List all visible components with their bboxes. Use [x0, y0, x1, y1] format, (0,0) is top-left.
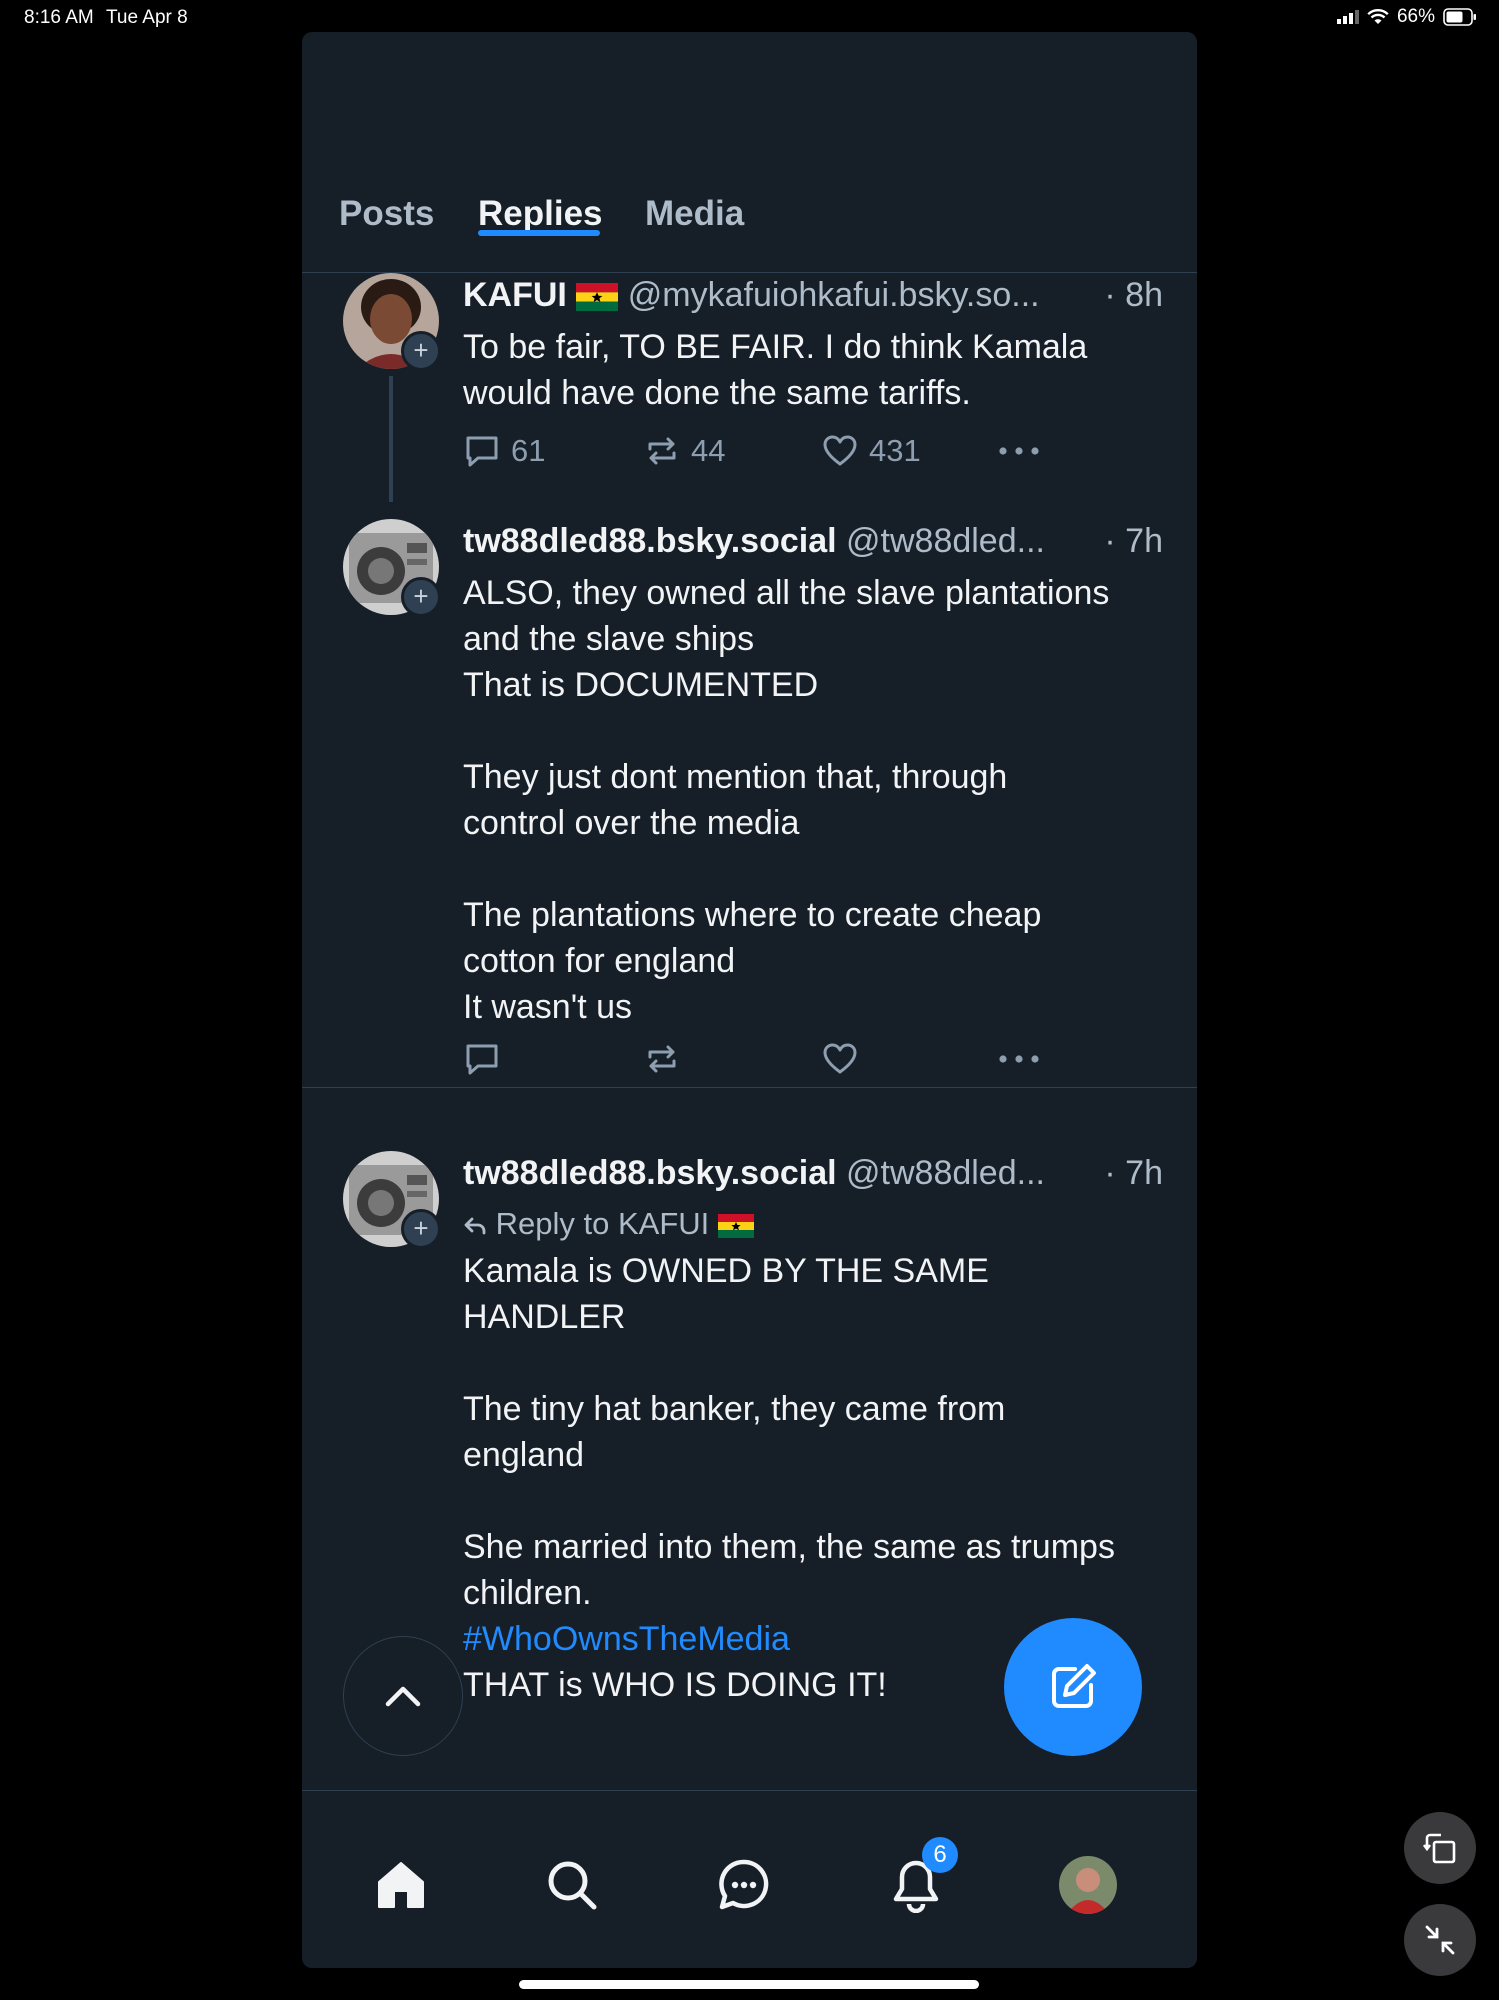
like-button[interactable]	[821, 1041, 859, 1077]
reply-to-label[interactable]: Reply to KAFUI	[463, 1206, 754, 1242]
nav-notifications-button[interactable]: 6	[884, 1837, 958, 1917]
ghana-flag-icon	[717, 1213, 754, 1238]
wifi-icon	[1367, 9, 1389, 24]
tab-media[interactable]: Media	[645, 194, 744, 234]
scroll-to-top-button[interactable]	[343, 1636, 463, 1756]
more-options-button[interactable]	[997, 433, 1041, 469]
like-count: 431	[869, 433, 921, 468]
profile-tabs: Posts Replies Media	[302, 152, 1197, 273]
display-name[interactable]: tw88dled88.bsky.social	[463, 522, 837, 560]
reply-icon	[466, 1044, 498, 1075]
more-dots-icon	[999, 447, 1039, 455]
home-indicator[interactable]	[519, 1980, 979, 1989]
ghana-flag-icon	[576, 283, 619, 312]
post-divider	[302, 1087, 1197, 1088]
battery-icon	[1443, 8, 1476, 26]
display-name[interactable]: KAFUI	[463, 276, 567, 314]
more-dots-icon	[999, 1055, 1039, 1063]
handle[interactable]: @tw88dled...	[846, 1154, 1045, 1192]
repost-icon	[648, 437, 676, 465]
handle[interactable]: @mykafuiohkafui.bsky.so...	[628, 276, 1040, 314]
follow-plus-icon[interactable]: +	[401, 1209, 441, 1249]
post-text: ALSO, they owned all the slave plantatio…	[463, 574, 1110, 1026]
repost-button[interactable]: 44	[643, 433, 725, 469]
search-icon	[548, 1861, 597, 1910]
repost-button[interactable]	[643, 1041, 681, 1077]
bottom-navigation: 6	[302, 1790, 1197, 1968]
cellular-signal-icon	[1336, 10, 1359, 24]
post-header: tw88dled88.bsky.social @tw88dled... · 7h	[463, 522, 1163, 561]
reply-button[interactable]: 61	[463, 433, 545, 469]
nav-profile-button[interactable]	[1056, 1853, 1120, 1917]
nav-search-button[interactable]	[540, 1853, 604, 1917]
heart-icon	[823, 435, 857, 466]
nav-chat-button[interactable]	[712, 1853, 776, 1917]
rotate-screen-button[interactable]	[1404, 1812, 1476, 1884]
follow-plus-icon[interactable]: +	[401, 331, 441, 371]
tab-replies[interactable]: Replies	[478, 194, 603, 234]
home-icon	[378, 1862, 424, 1908]
display-name[interactable]: tw88dled88.bsky.social	[463, 1154, 837, 1192]
rotate-icon	[1422, 1833, 1456, 1864]
post-actions	[463, 1041, 1063, 1081]
post-actions: 61 44 431	[463, 433, 1063, 473]
post-time[interactable]: · 7h	[1098, 522, 1163, 561]
tab-posts[interactable]: Posts	[339, 194, 434, 234]
avatar[interactable]: +	[343, 519, 441, 617]
reply-button[interactable]	[463, 1041, 501, 1077]
status-date: Tue Apr 8	[106, 7, 188, 28]
more-options-button[interactable]	[997, 1041, 1041, 1077]
status-bar: 8:16 AM Tue Apr 8 66%	[0, 0, 1499, 36]
battery-percent: 66%	[1396, 6, 1435, 27]
bluesky-app-window: Posts Replies Media + KAFUI @mykafuiohka…	[302, 32, 1197, 1968]
reply-to-text: Reply to KAFUI	[495, 1206, 710, 1241]
post-text: To be fair, TO BE FAIR. I do think Kamal…	[463, 328, 1088, 412]
post-time[interactable]: · 7h	[1098, 1154, 1163, 1193]
chat-icon	[719, 1859, 769, 1910]
chevron-up-icon	[385, 1686, 421, 1707]
heart-icon	[823, 1043, 857, 1074]
avatar[interactable]: +	[343, 273, 441, 371]
active-tab-indicator	[478, 230, 600, 236]
profile-avatar	[1059, 1856, 1117, 1914]
reply-count: 61	[511, 433, 546, 468]
post-header: tw88dled88.bsky.social @tw88dled... · 7h	[463, 1154, 1163, 1193]
compose-button[interactable]	[1004, 1618, 1142, 1756]
handle[interactable]: @tw88dled...	[846, 522, 1045, 560]
status-time: 8:16 AM	[24, 7, 94, 28]
reply-icon	[466, 436, 498, 467]
status-indicators: 66%	[1336, 6, 1477, 28]
compose-pencil-icon	[1052, 1664, 1096, 1708]
post-time[interactable]: · 8h	[1098, 276, 1163, 315]
repost-count: 44	[691, 433, 726, 468]
avatar[interactable]: +	[343, 1151, 441, 1249]
notification-count-badge: 6	[922, 1837, 958, 1873]
reply-arrow-icon	[464, 1217, 486, 1235]
repost-icon	[648, 1045, 676, 1073]
like-button[interactable]: 431	[821, 433, 921, 469]
nav-home-button[interactable]	[369, 1853, 433, 1917]
thread-line	[389, 376, 393, 502]
follow-plus-icon[interactable]: +	[401, 577, 441, 617]
minimize-arrows-icon	[1425, 1925, 1455, 1955]
post-header: KAFUI @mykafuiohkafui.bsky.so... · 8h	[463, 276, 1163, 315]
exit-fullscreen-button[interactable]	[1404, 1904, 1476, 1976]
